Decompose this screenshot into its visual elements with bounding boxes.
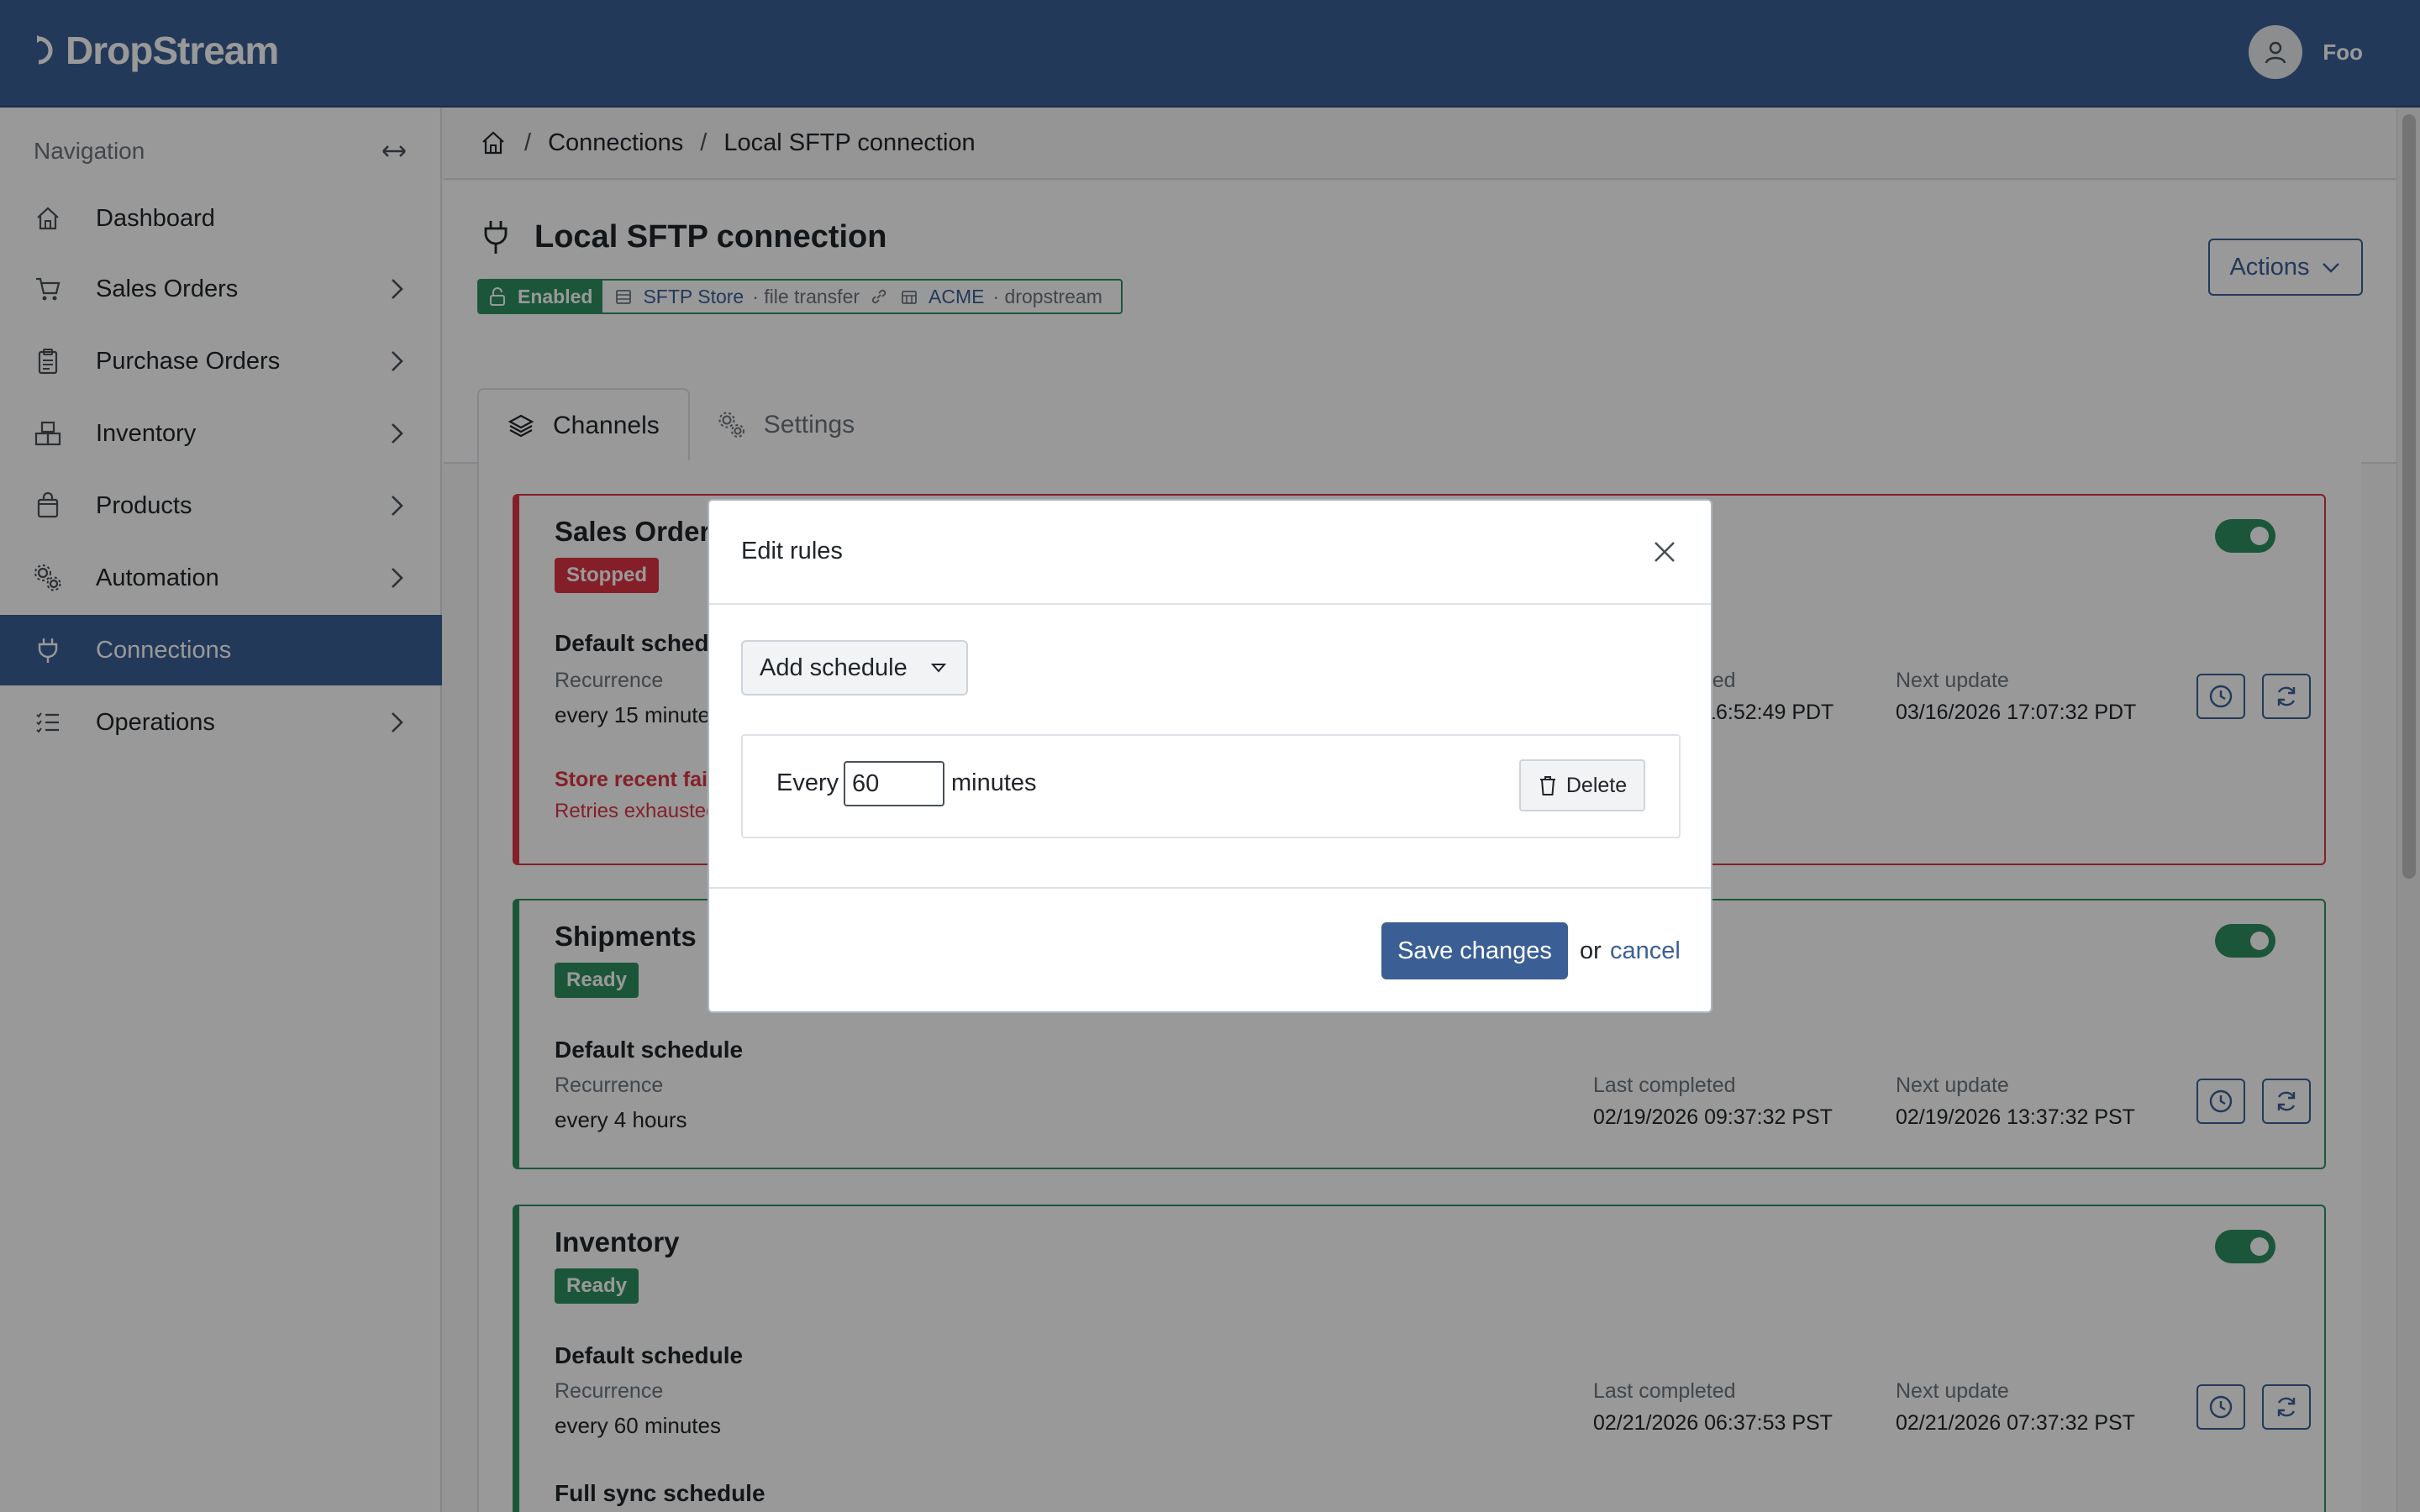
modal-footer: Save changes or cancel <box>709 887 1711 1011</box>
delete-rule-button[interactable]: Delete <box>1519 759 1645 811</box>
or-text: or <box>1580 937 1602 964</box>
delete-label: Delete <box>1565 773 1628 797</box>
rule-unit: minutes <box>951 769 1037 796</box>
modal-header: Edit rules <box>709 501 1711 605</box>
add-schedule-dropdown[interactable]: Add schedule <box>741 640 968 696</box>
close-icon <box>1655 542 1675 562</box>
trash-icon <box>1539 776 1555 795</box>
cancel-link[interactable]: cancel <box>1610 937 1681 965</box>
save-changes-button[interactable]: Save changes <box>1381 922 1568 979</box>
close-button[interactable] <box>1650 538 1679 566</box>
caret-down-icon <box>930 664 946 673</box>
rule-prefix: Every <box>776 769 839 796</box>
schedule-rule: Every minutes Delete <box>741 734 1681 838</box>
modal-title: Edit rules <box>741 538 843 564</box>
add-schedule-label: Add schedule <box>760 654 908 681</box>
interval-input[interactable] <box>844 761 944 806</box>
edit-rules-modal: Edit rules Add schedule Every minutes De… <box>708 499 1712 1013</box>
